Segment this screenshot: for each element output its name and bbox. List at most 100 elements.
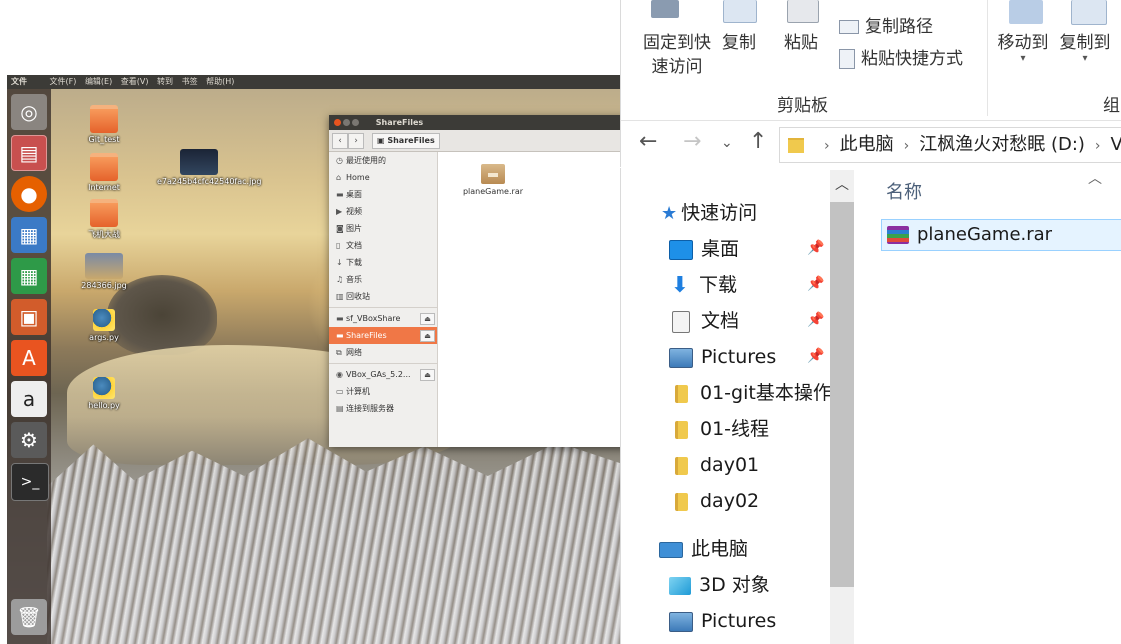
forward-arrow-icon[interactable]: → [683, 129, 701, 154]
menu-edit[interactable]: 编辑(E) [85, 75, 112, 89]
amazon-icon[interactable]: a [11, 381, 47, 417]
nav-quick-access[interactable]: ★ 快速访问 [661, 195, 757, 231]
desktop-icon-hello-py[interactable]: hello.py [69, 377, 139, 410]
ubuntu-dash-icon[interactable]: ◎ [11, 94, 47, 130]
up-arrow-icon[interactable]: ↑ [749, 129, 767, 154]
back-button[interactable]: ‹ [332, 132, 348, 149]
copy-to-button[interactable]: 复制到 ▾ [1055, 31, 1115, 64]
software-center-icon[interactable]: A [11, 340, 47, 376]
files-app-icon[interactable]: ▤ [11, 135, 47, 171]
menu-help[interactable]: 帮助(H) [206, 75, 234, 89]
back-arrow-icon[interactable]: ← [639, 129, 657, 154]
desktop-icon-plane-war[interactable]: 飞机大战 [69, 199, 139, 240]
address-segment-drive-d[interactable]: 江枫渔火对愁眠 (D:) [919, 134, 1085, 155]
desktop-icon-git-test[interactable]: Git_test [69, 105, 139, 144]
column-header-name[interactable]: 名称 [886, 178, 922, 204]
drive-icon: ▬ [336, 331, 344, 340]
nav-item-label: 01-git基本操作 [700, 382, 832, 404]
nav-item-desktop[interactable]: 桌面 [669, 231, 739, 267]
recent-locations-chevron-icon[interactable]: ⌄ [721, 135, 733, 151]
nav-this-pc[interactable]: 此电脑 [659, 531, 748, 567]
copy-button[interactable]: 复制 [717, 31, 761, 55]
path-breadcrumb[interactable]: ▣ ShareFiles [372, 132, 440, 149]
ribbon-group-divider [987, 0, 988, 116]
sidebar-item-sharefiles[interactable]: ▬ ShareFiles ⏏ [329, 327, 437, 344]
desktop-icon-args-py[interactable]: args.py [69, 309, 139, 342]
desktop-icon-internet[interactable]: Internet [69, 153, 139, 192]
libreoffice-impress-icon[interactable]: ▣ [11, 299, 47, 335]
document-icon: ▯ [336, 241, 341, 250]
sidebar-item-vbox-gas[interactable]: ◉ VBox_GAs_5.2... ⏏ [329, 366, 437, 383]
menu-view[interactable]: 查看(V) [121, 75, 149, 89]
move-to-button[interactable]: 移动到 ▾ [993, 31, 1053, 64]
desktop-icon-jpg[interactable]: e7a245b4cfc42540fac.jpg [157, 149, 261, 186]
nav-item-git-basics[interactable]: 01-git基本操作 [669, 375, 832, 411]
menu-file[interactable]: 文件(F) [50, 75, 77, 89]
eject-icon[interactable]: ⏏ [420, 330, 435, 342]
nav-item-day01[interactable]: day01 [669, 447, 759, 483]
window-close-button[interactable] [334, 119, 341, 126]
sort-ascending-chevron-icon: ︿ [1088, 171, 1102, 187]
scrollbar-thumb[interactable] [830, 202, 854, 587]
sidebar-item-desktop[interactable]: ▬ 桌面 [329, 186, 437, 203]
nav-item-3d-objects[interactable]: 3D 对象 [669, 567, 770, 603]
nav-item-pc-pictures[interactable]: Pictures [669, 603, 776, 639]
system-settings-icon[interactable]: ⚙ [11, 422, 47, 458]
pinned-icon[interactable]: 📌 [807, 312, 824, 328]
window-minimize-button[interactable] [343, 119, 350, 126]
nav-item-label: Pictures [701, 346, 777, 368]
forward-button[interactable]: › [348, 132, 364, 149]
libreoffice-calc-icon[interactable]: ▦ [11, 258, 47, 294]
address-segment-this-pc[interactable]: 此电脑 [840, 134, 894, 155]
file-row-planegame-rar[interactable]: planeGame.rar [881, 219, 1121, 251]
menu-bookmarks[interactable]: 书签 [182, 75, 198, 89]
nav-item-downloads[interactable]: ⬇ 下载 [669, 267, 737, 303]
copy-path-button[interactable]: 复制路径 [839, 12, 933, 37]
sidebar-item-home[interactable]: ⌂ Home [329, 169, 437, 186]
eject-icon[interactable]: ⏏ [420, 369, 435, 381]
paste-button[interactable]: 粘贴 [779, 31, 823, 55]
menu-go[interactable]: 转到 [157, 75, 173, 89]
nautilus-toolbar: ‹ › ▣ ShareFiles [329, 130, 620, 152]
firefox-icon[interactable]: ● [11, 176, 47, 212]
nav-item-documents[interactable]: 文档 [669, 303, 739, 339]
sidebar-item-music[interactable]: ♫ 音乐 [329, 271, 437, 288]
3d-objects-icon [669, 576, 691, 595]
address-segment-v[interactable]: V [1111, 134, 1121, 155]
sidebar-item-downloads[interactable]: ↓ 下载 [329, 254, 437, 271]
sidebar-item-computer[interactable]: ▭ 计算机 [329, 383, 437, 400]
pinned-icon[interactable]: 📌 [807, 240, 824, 256]
paste-icon [787, 0, 819, 23]
chevron-right-icon: › [1094, 138, 1101, 154]
nav-pane-scrollbar[interactable]: ︿ [830, 170, 854, 644]
pinned-icon[interactable]: 📌 [807, 348, 824, 364]
scroll-up-chevron-icon[interactable]: ︿ [830, 174, 854, 194]
folder-icon [90, 199, 118, 227]
desktop-icon-284366[interactable]: 284366.jpg [69, 253, 139, 290]
sidebar-item-recent[interactable]: ◷ 最近使用的 [329, 152, 437, 169]
sidebar-item-network[interactable]: ⧉ 网络 [329, 344, 437, 361]
explorer-navigation-pane: ★ 快速访问 桌面 📌 ⬇ 下载 📌 文档 📌 Pictures 📌 01-git基… [620, 168, 855, 644]
window-maximize-button[interactable] [352, 119, 359, 126]
sidebar-item-videos[interactable]: ▶ 视频 [329, 203, 437, 220]
nav-item-day02[interactable]: day02 [669, 483, 759, 519]
sidebar-item-trash[interactable]: ▥ 回收站 [329, 288, 437, 305]
libreoffice-writer-icon[interactable]: ▦ [11, 217, 47, 253]
sidebar-item-documents[interactable]: ▯ 文档 [329, 237, 437, 254]
active-app-name: 文件 [11, 77, 27, 86]
address-bar[interactable]: › 此电脑 › 江枫渔火对愁眠 (D:) › V [779, 127, 1121, 163]
trash-icon[interactable]: 🗑 [11, 599, 47, 635]
eject-icon[interactable]: ⏏ [420, 313, 435, 325]
nav-item-threads[interactable]: 01-线程 [669, 411, 769, 447]
paste-shortcut-button[interactable]: 粘贴快捷方式 [839, 44, 963, 69]
folder-icon [788, 137, 804, 153]
explorer-address-row: ← → ⌄ ↑ › 此电脑 › 江枫渔火对愁眠 (D:) › V [620, 121, 1121, 167]
nav-item-pictures[interactable]: Pictures [669, 339, 776, 375]
pin-to-quick-access-button[interactable]: 固定到快 速访问 [631, 31, 723, 79]
terminal-icon[interactable]: >_ [11, 463, 49, 501]
sidebar-item-connect-server[interactable]: ▤ 连接到服务器 [329, 400, 437, 417]
file-item-planegame-rar[interactable]: planeGame.rar [458, 164, 528, 196]
sidebar-item-pictures[interactable]: ◙ 图片 [329, 220, 437, 237]
sidebar-item-sf-vboxshare[interactable]: ▬ sf_VBoxShare ⏏ [329, 310, 437, 327]
pinned-icon[interactable]: 📌 [807, 276, 824, 292]
